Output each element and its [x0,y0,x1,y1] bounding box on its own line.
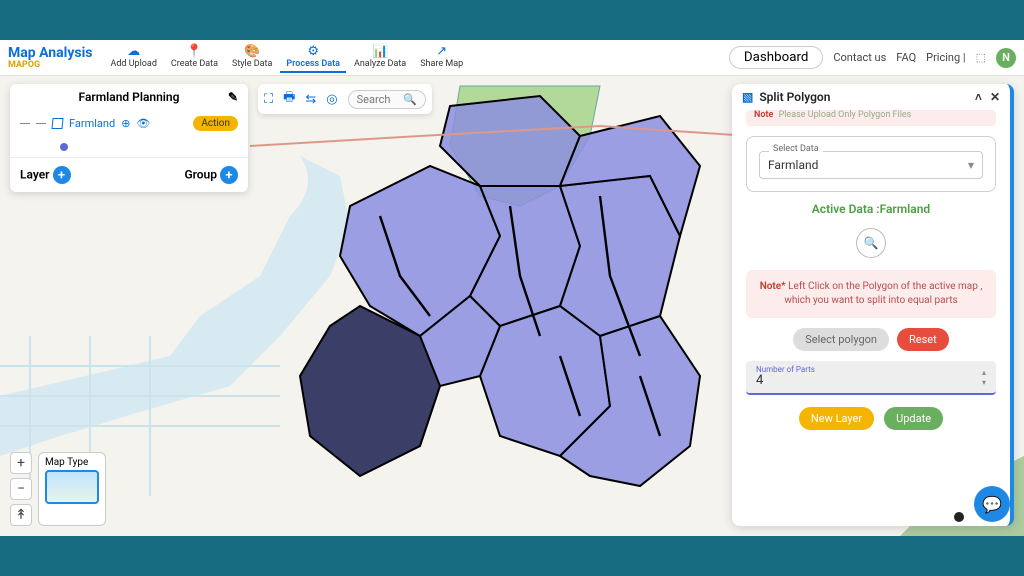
share-icon: ↗ [436,44,447,59]
chevron-down-icon: ▾ [968,158,974,172]
plus-icon: + [220,166,238,184]
reset-button[interactable]: Reset [897,328,949,351]
add-layer[interactable]: Layer + [20,166,71,184]
split-polygon-panel: ▧ Split Polygon ˄ ✕ Note Please Upload O… [732,84,1014,526]
attribution-icon[interactable] [954,512,964,522]
drag-handle-icon [36,123,46,124]
maptype-thumbnail [45,470,99,504]
link-pricing[interactable]: Pricing | [926,51,965,64]
update-button[interactable]: Update [884,407,943,430]
legend-swatch [60,143,68,151]
fullscreen-icon[interactable]: ⛶ [264,92,273,107]
new-layer-button[interactable]: New Layer [799,407,874,430]
palette-icon: 🎨 [244,44,260,59]
layer-panel-footer: Layer + Group + [10,157,248,192]
search-icon: 🔍 [403,93,417,106]
edit-title-icon[interactable]: ✎ [228,90,238,104]
close-icon[interactable]: ✕ [990,90,1000,104]
layer-name: Farmland [69,117,115,130]
layer-panel-header: Farmland Planning ✎ [10,84,248,110]
toolbar-process-data[interactable]: ⚙Process Data [280,42,346,73]
maptype-card[interactable]: Map Type [38,452,106,526]
layer-panel: Farmland Planning ✎ Farmland ⊕ 👁 Action … [10,84,248,192]
map-type-controls: + − ↟ Map Type [10,452,106,526]
measure-icon[interactable]: ⇆ [305,92,316,107]
select-data-label: Select Data [769,144,823,154]
select-polygon-button[interactable]: Select polygon [793,328,889,351]
map-tools: ⛶ 🖶 ⇆ ◎ Search 🔍 [258,84,432,114]
split-panel-header: ▧ Split Polygon ˄ ✕ [732,84,1010,110]
cloud-upload-icon: ☁ [127,44,140,59]
select-data-dropdown[interactable]: Farmland ▾ [759,151,983,179]
parts-label: Number of Parts [756,365,815,374]
active-data-text: Active Data :Farmland [746,202,996,216]
link-contact[interactable]: Contact us [833,51,886,64]
action-button[interactable]: Action [193,116,238,131]
polygon-icon [51,118,63,129]
logo-text: Map Analysis [8,46,92,60]
select-data-card: Select Data Farmland ▾ [746,136,996,192]
cube-icon[interactable]: ⬚ [976,51,986,64]
parts-value: 4 [756,374,815,387]
collapse-icon[interactable]: ˄ [975,90,982,104]
upload-note-text: Please Upload Only Polygon Files [779,110,912,120]
drag-handle-icon [20,123,30,124]
zoom-in-button[interactable]: + [10,452,32,474]
plus-icon: + [53,166,71,184]
toolbar-analyze-data[interactable]: 📊Analyze Data [348,42,412,73]
print-icon[interactable]: 🖶 [283,88,295,110]
locate-icon[interactable]: ◎ [326,92,337,107]
visibility-icon[interactable]: 👁 [136,117,150,130]
split-panel-title: Split Polygon [759,90,830,104]
layer-row[interactable]: Farmland ⊕ 👁 Action [10,110,248,137]
instruction-note: Note* Left Click on the Polygon of the a… [746,270,996,318]
toolbar-style-data[interactable]: 🎨Style Data [226,42,278,73]
toolbar-share-map[interactable]: ↗Share Map [414,42,469,73]
toolbar-items: ☁Add Upload 📍Create Data 🎨Style Data ⚙Pr… [104,42,469,73]
reset-north-button[interactable]: ↟ [10,504,32,526]
gear-icon: ⚙ [307,44,319,59]
layer-panel-title: Farmland Planning [79,90,180,104]
layer-legend-row [10,137,248,157]
chart-icon: 📊 [372,44,388,59]
add-group[interactable]: Group + [184,166,238,184]
search-placeholder: Search [357,93,391,106]
logo-subtext: MAPOG [8,60,92,70]
chat-fab[interactable]: 💬 [974,486,1010,522]
logo-block: Map Analysis MAPOG [8,46,92,70]
dashboard-button[interactable]: Dashboard [729,46,823,69]
toolbar-create-data[interactable]: 📍Create Data [165,42,224,73]
zoom-to-icon[interactable]: ⊕ [121,117,130,130]
stepper-down-icon[interactable]: ▾ [982,378,986,387]
link-faq[interactable]: FAQ [896,51,916,64]
search-input[interactable]: Search 🔍 [348,90,426,109]
toolbar-add-upload[interactable]: ☁Add Upload [104,42,162,73]
zoom-to-active-button[interactable]: 🔍 [856,228,886,258]
stepper-up-icon[interactable]: ▴ [982,368,986,377]
upload-note: Note Please Upload Only Polygon Files [746,110,996,126]
avatar[interactable]: N [996,48,1016,68]
topbar-right: Dashboard Contact us FAQ Pricing | ⬚ N [729,46,1016,69]
maptype-label: Map Type [45,457,99,468]
zoom-out-button[interactable]: − [10,478,32,500]
number-of-parts-field[interactable]: Number of Parts 4 ▴ ▾ [746,361,996,395]
pin-icon: 📍 [186,44,202,59]
split-tool-icon: ▧ [742,90,753,104]
top-toolbar: Map Analysis MAPOG ☁Add Upload 📍Create D… [0,40,1024,76]
